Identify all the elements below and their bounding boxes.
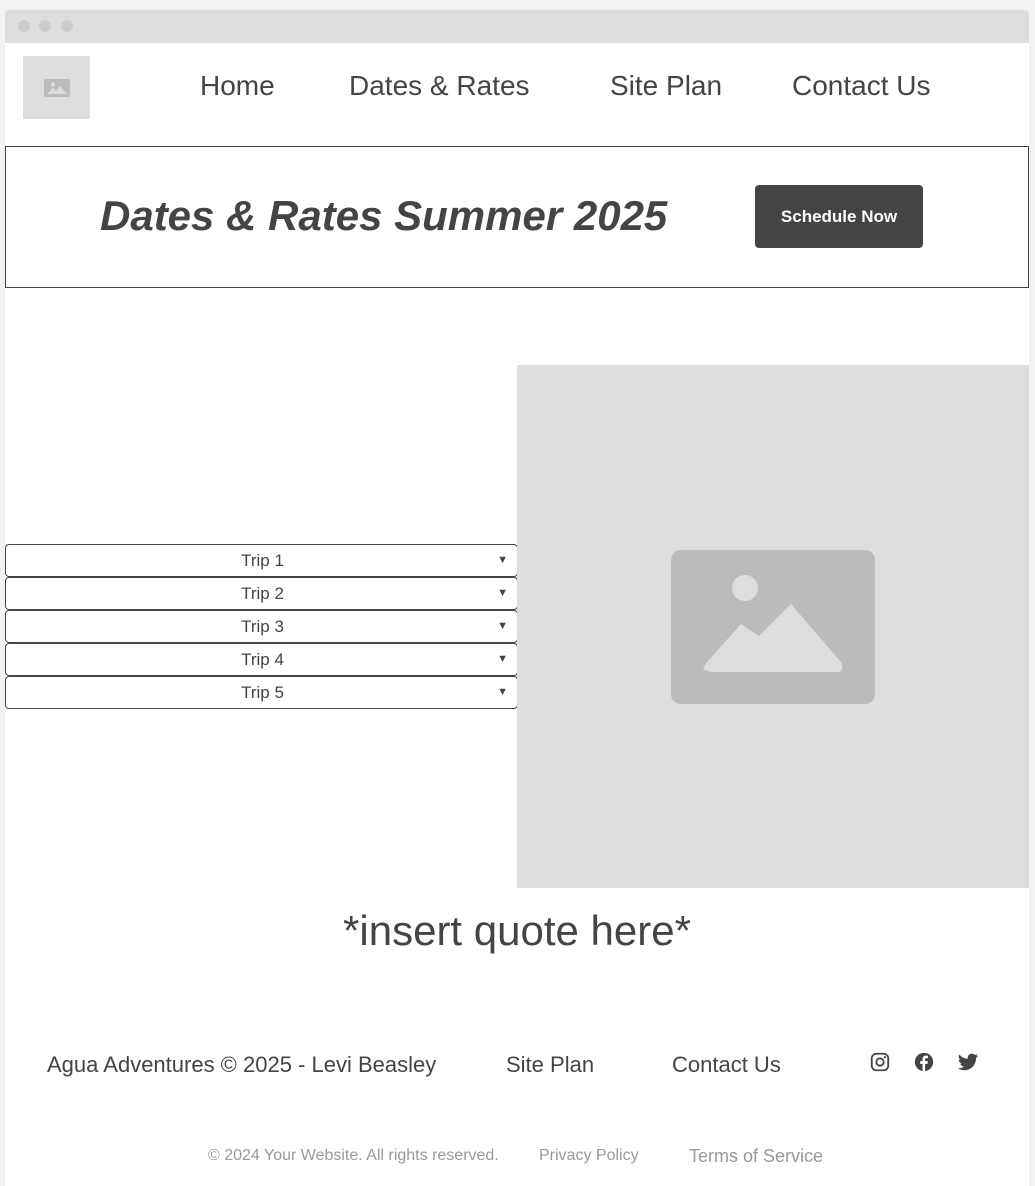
footer-link-contact-us[interactable]: Contact Us <box>672 1052 781 1078</box>
browser-window: Home Dates & Rates Site Plan Contact Us … <box>5 10 1029 1186</box>
quote-text: *insert quote here* <box>343 907 691 954</box>
feature-image <box>517 365 1029 888</box>
trip-label: Trip 5 <box>241 682 284 702</box>
terms-of-service-link[interactable]: Terms of Service <box>689 1146 823 1167</box>
window-dot <box>39 20 51 32</box>
window-titlebar <box>5 10 1029 43</box>
nav-dates-rates[interactable]: Dates & Rates <box>349 70 530 102</box>
caret-down-icon: ▼ <box>497 653 508 665</box>
schedule-now-button[interactable]: Schedule Now <box>755 185 923 248</box>
trip-item[interactable]: Trip 4 ▼ <box>5 643 518 676</box>
trip-label: Trip 1 <box>241 550 284 570</box>
caret-down-icon: ▼ <box>497 554 508 566</box>
privacy-policy-link[interactable]: Privacy Policy <box>539 1147 639 1165</box>
instagram-icon[interactable] <box>869 1051 891 1073</box>
footer-credit: Agua Adventures © 2025 - Levi Beasley <box>47 1052 437 1077</box>
legal-copyright: © 2024 Your Website. All rights reserved… <box>208 1147 499 1164</box>
twitter-icon[interactable] <box>957 1051 979 1073</box>
trip-item[interactable]: Trip 5 ▼ <box>5 676 518 709</box>
trip-label: Trip 4 <box>241 649 284 669</box>
facebook-icon[interactable] <box>913 1051 935 1073</box>
trip-label: Trip 2 <box>241 583 284 603</box>
hero-banner: Dates & Rates Summer 2025 Schedule Now <box>5 146 1029 288</box>
trip-item[interactable]: Trip 1 ▼ <box>5 544 518 577</box>
window-dot <box>18 20 30 32</box>
footer-link-site-plan[interactable]: Site Plan <box>506 1052 594 1078</box>
trip-label: Trip 3 <box>241 616 284 636</box>
nav-site-plan[interactable]: Site Plan <box>610 70 722 102</box>
caret-down-icon: ▼ <box>497 587 508 599</box>
site-logo[interactable] <box>23 56 90 119</box>
trip-item[interactable]: Trip 3 ▼ <box>5 610 518 643</box>
nav-contact-us[interactable]: Contact Us <box>792 70 931 102</box>
trip-item[interactable]: Trip 2 ▼ <box>5 577 518 610</box>
page-title: Dates & Rates Summer 2025 <box>100 192 668 239</box>
nav-home[interactable]: Home <box>200 70 275 102</box>
window-dot <box>61 20 73 32</box>
trip-list: Trip 1 ▼ Trip 2 ▼ Trip 3 ▼ Trip 4 ▼ Trip… <box>5 544 518 709</box>
image-icon <box>671 549 875 704</box>
image-icon <box>43 78 70 97</box>
caret-down-icon: ▼ <box>497 686 508 698</box>
caret-down-icon: ▼ <box>497 620 508 632</box>
